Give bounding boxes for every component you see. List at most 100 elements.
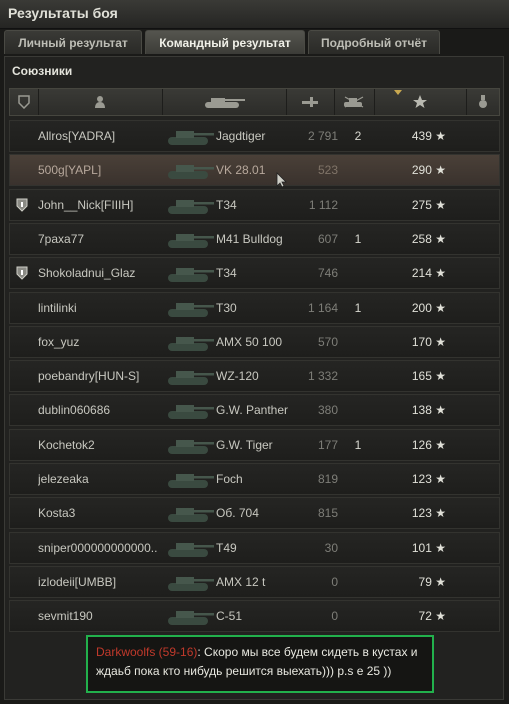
tank-name: M41 Bulldog (216, 231, 283, 246)
tank-name: G.W. Tiger (216, 437, 273, 452)
player-name: sniper000000000000.. (38, 540, 158, 555)
experience-value: 165 ★ (411, 369, 446, 384)
window-title: Результаты боя (8, 5, 118, 21)
tank-name: G.W. Panther (216, 403, 289, 418)
column-player[interactable] (38, 89, 163, 115)
player-row[interactable]: jelezeaka Foch 819 123 ★ (9, 463, 500, 495)
damage-value: 0 (331, 574, 338, 589)
kills-value (346, 155, 370, 185)
tank-silhouette-icon (168, 233, 214, 248)
tank-image (162, 464, 218, 494)
star-icon: ★ (435, 540, 446, 555)
experience-value: 290 ★ (411, 163, 446, 178)
medal-icon (479, 95, 487, 108)
damage-value: 0 (331, 609, 338, 624)
damage-value: 570 (317, 334, 338, 349)
player-name: jelezeaka (38, 472, 89, 486)
player-name: 7paxa77 (38, 231, 85, 246)
player-row[interactable]: John__Nick[FIIIH] T34 1 112 275 ★ (9, 188, 500, 221)
player-name: dublin060686 (38, 403, 111, 418)
tab-detailed-report[interactable]: Подробный отчёт (308, 30, 440, 54)
tank-image (162, 155, 218, 185)
tab-bar: Личный результат Командный результат Под… (0, 30, 509, 56)
kills-value (346, 395, 370, 425)
tank-image (162, 293, 218, 323)
tank-image (162, 430, 218, 460)
column-experience[interactable] (374, 89, 467, 115)
player-row[interactable]: lintilinki T30 1 164 1 200 ★ (9, 291, 500, 324)
kills-value (346, 533, 370, 563)
player-name: fox_yuz (38, 334, 80, 349)
star-icon: ★ (435, 231, 446, 246)
damage-value: 177 (317, 437, 338, 452)
player-icon (95, 96, 105, 108)
tank-silhouette-icon (168, 199, 214, 214)
tank-name: Об. 704 (216, 506, 259, 521)
tank-silhouette-icon (168, 611, 214, 626)
star-icon: ★ (435, 369, 446, 384)
tank-name: Jagdtiger (216, 129, 266, 143)
player-row[interactable]: Allros[YADRA] Jagdtiger 2 791 2 439 ★ (9, 120, 500, 152)
damage-value: 2 791 (307, 129, 338, 143)
mouse-cursor-icon (276, 172, 287, 188)
tank-silhouette-icon (168, 508, 214, 523)
experience-value: 258 ★ (411, 231, 446, 246)
player-row[interactable]: sevmit190 С-51 0 72 ★ (9, 600, 500, 633)
player-row[interactable]: 7paxa77 M41 Bulldog 607 1 258 ★ (9, 222, 500, 255)
player-row[interactable]: sniper000000000000.. T49 30 101 ★ (9, 531, 500, 564)
tab-personal-result[interactable]: Личный результат (4, 30, 142, 54)
player-row[interactable]: izlodeii[UMBB] AMX 12 t 0 79 ★ (9, 565, 500, 598)
experience-value: 101 ★ (411, 540, 446, 555)
star-icon: ★ (435, 472, 446, 486)
damage-value: 1 332 (307, 369, 338, 384)
player-row[interactable]: poebandry[HUN-S] WZ-120 1 332 165 ★ (9, 360, 500, 393)
player-row[interactable]: dublin060686 G.W. Panther 380 138 ★ (9, 394, 500, 427)
damage-icon (302, 97, 318, 107)
tank-image (162, 224, 218, 254)
kills-value (346, 567, 370, 597)
player-name: Allros[YADRA] (38, 129, 116, 143)
tank-name: T34 (216, 266, 237, 281)
player-row[interactable]: fox_yuz AMX 50 100 570 170 ★ (9, 325, 500, 358)
player-row[interactable]: Shokoladnui_Glaz T34 746 214 ★ (9, 257, 500, 290)
tab-team-result[interactable]: Командный результат (145, 30, 305, 54)
column-medals[interactable] (466, 89, 500, 115)
tank-name: AMX 12 t (216, 574, 266, 589)
tank-image (162, 533, 218, 563)
kills-value: 2 (354, 129, 362, 143)
kills-value: 1 (354, 231, 362, 246)
kills-value: 1 (354, 300, 362, 315)
experience-value: 214 ★ (411, 266, 446, 281)
column-damage[interactable] (286, 89, 335, 115)
tank-image (162, 498, 218, 528)
experience-value: 275 ★ (411, 197, 446, 212)
tank-name: AMX 50 100 (216, 334, 283, 349)
experience-value: 439 ★ (411, 129, 446, 143)
player-row[interactable]: 500g[YAPL] VK 28.01 523 290 ★ (9, 154, 500, 187)
player-name: 500g[YAPL] (38, 163, 102, 178)
player-name: Kochetok2 (38, 437, 95, 452)
clan-badge-icon (16, 266, 28, 280)
player-row[interactable]: Kochetok2 G.W. Tiger 177 1 126 ★ (9, 428, 500, 461)
tank-silhouette-icon (168, 302, 214, 317)
kills-value (346, 327, 370, 357)
tank-silhouette-icon (168, 371, 214, 386)
kills-icon (344, 96, 364, 108)
tank-name: T30 (216, 300, 237, 315)
column-tank[interactable] (162, 89, 287, 115)
tank-name: T49 (216, 540, 237, 555)
player-row[interactable]: Kosta3 Об. 704 815 123 ★ (9, 497, 500, 530)
tank-silhouette-icon (168, 439, 214, 454)
column-clan-badge[interactable] (10, 89, 39, 115)
damage-value: 30 (324, 540, 338, 555)
tank-name: Foch (216, 472, 243, 486)
tank-silhouette-icon (168, 405, 214, 420)
chat-message-box: Darkwoolfs (59-16): Скоро мы все будем с… (86, 635, 434, 693)
player-name: John__Nick[FIIIH] (38, 197, 134, 212)
column-kills[interactable] (334, 89, 375, 115)
star-icon: ★ (435, 574, 446, 589)
tank-name: С-51 (216, 609, 243, 624)
damage-value: 746 (317, 266, 338, 281)
tank-silhouette-icon (168, 165, 214, 180)
star-icon: ★ (435, 129, 446, 143)
